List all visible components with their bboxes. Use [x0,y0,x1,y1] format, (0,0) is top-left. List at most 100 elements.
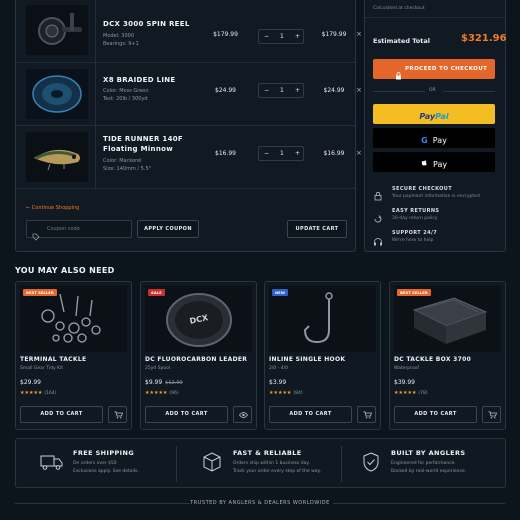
plus-button[interactable]: + [295,33,300,40]
quantity-stepper: − 1 + [258,29,304,44]
minus-button[interactable]: − [264,33,269,40]
feature-line2: Track your order every step of the way. [233,469,321,474]
product-name[interactable]: INLINE SINGLE HOOK [269,356,345,363]
product-name[interactable]: TIDE RUNNER 140F [103,134,183,144]
add-to-cart-button[interactable]: ADD TO CART [145,406,228,423]
coupon-placeholder: Coupon code [47,226,80,232]
badge: BEST SELLER [23,289,57,296]
support-title: SUPPORT 24/7 [392,230,438,236]
google-g-icon: G [421,136,428,145]
terminal-tackle-image[interactable]: BEST SELLER [20,286,127,352]
product-name[interactable]: DC FLUOROCARBON LEADER [145,356,247,363]
coupon-input[interactable]: Coupon code [26,220,132,241]
apply-coupon-button[interactable]: APPLY COUPON [137,220,199,238]
quantity-stepper: − 1 + [258,146,304,161]
review-count: (96) [169,391,179,396]
price-value: $9.99 [145,379,163,386]
checkout-label: PROCEED TO CHECKOUT [405,66,488,72]
or-label: OR [429,88,436,93]
estimated-total-label: Estimated Total [373,37,430,45]
paypal-logo-pal: Pal [435,112,449,121]
line-total: $179.99 [321,31,347,38]
minus-button[interactable]: − [264,87,269,94]
cart-icon-button[interactable] [357,406,376,423]
google-pay-button[interactable]: G Pay [373,128,495,148]
coupon-tag-icon [32,226,40,245]
braided-line-image[interactable] [26,69,88,119]
product-card: BEST SELLER DC TACKLE BOX 3700 Waterproo… [389,281,506,430]
reel-image[interactable] [26,5,88,55]
minus-button[interactable]: − [264,150,269,157]
line-total: $24.99 [323,87,345,94]
product-subtitle: Waterproof [394,366,420,371]
product-subtitle: 25yd Spool [145,366,171,371]
fluorocarbon-leader-image[interactable]: DCX SALE [145,286,252,352]
plus-button[interactable]: + [295,150,300,157]
proceed-to-checkout-button[interactable]: PROCEED TO CHECKOUT [373,59,495,80]
product-name[interactable]: DCX 3000 SPIN REEL [103,19,190,29]
product-price: $3.99 [269,379,286,386]
plus-button[interactable]: + [295,87,300,94]
easy-returns-title: EASY RETURNS [392,208,440,214]
product-card: NEW INLINE SINGLE HOOK 2/0 - 4/0 $3.99 ★… [264,281,381,430]
thumb-cell [16,126,96,188]
unit-price: $24.99 [215,87,236,94]
quantity-value[interactable]: 1 [280,87,284,94]
cart-row: X8 BRAIDED LINE Color: Moss Green Test: … [16,63,362,126]
cart-icon-button[interactable] [108,406,127,423]
product-price: $39.99 [394,379,415,386]
product-name[interactable]: X8 BRAIDED LINE [103,75,176,85]
star-rating: ★★★★★ (84) [269,390,303,396]
remove-icon[interactable]: × [356,86,362,94]
paypal-logo-pay: Pay [419,112,436,121]
or-divider: OR [373,88,495,93]
thumb-cell [16,0,96,62]
feature-line2: Exclusions apply. See details. [73,469,139,474]
star-rating: ★★★★★ (96) [145,390,179,396]
minnow-lure-image[interactable] [26,132,88,182]
add-to-cart-button[interactable]: ADD TO CART [269,406,352,423]
stars: ★★★★★ [269,390,292,396]
price-value: $3.99 [269,379,287,386]
returns-icon [373,209,383,228]
product-name[interactable]: DC TACKLE BOX 3700 [394,356,471,363]
quantity-value[interactable]: 1 [280,33,284,40]
review-count: (78) [418,391,428,396]
feature-line2: Backed by real-world experience. [391,469,467,474]
remove-icon[interactable]: × [356,149,362,157]
product-card: BEST SELLER TERMINAL TACKLE Small Gear T… [15,281,132,430]
apple-pay-button[interactable]: Pay [373,152,495,172]
badge: BEST SELLER [397,289,431,296]
unit-price: $179.99 [213,31,238,38]
quantity-stepper: − 1 + [258,83,304,98]
continue-shopping-link[interactable]: ← Continue Shopping [26,205,79,211]
add-to-cart-button[interactable]: ADD TO CART [394,406,477,423]
remove-icon[interactable]: × [356,30,362,38]
paypal-button[interactable]: PayPal [373,104,495,124]
original-price: $12.99 [165,380,183,386]
update-cart-button[interactable]: UPDATE CART [287,220,347,238]
quick-view-button[interactable] [233,406,252,423]
feature-title: FAST & RELIABLE [233,449,302,457]
unit-price: $16.99 [215,150,236,157]
cart-row: TIDE RUNNER 140F Floating Minnow Color: … [16,126,362,189]
inline-hook-image[interactable]: NEW [269,286,376,352]
product-subtitle: Small Gear Tidy Kit [20,366,63,371]
feature-title: FREE SHIPPING [73,449,135,457]
product-size: Size: 140mm / 5.5" [103,166,151,172]
add-to-cart-button[interactable]: ADD TO CART [20,406,103,423]
cart-row: DCX 3000 SPIN REEL Model: 3000 Bearings:… [16,0,362,63]
line-total: $16.99 [323,150,345,157]
tackle-box-image[interactable]: BEST SELLER [394,286,501,352]
product-name[interactable]: TERMINAL TACKLE [20,356,86,363]
product-model: Model: 3000 [103,33,135,39]
cart-panel: DCX 3000 SPIN REEL Model: 3000 Bearings:… [15,0,362,252]
product-name-line2[interactable]: Floating Minnow [103,144,173,154]
google-pay-label: Pay [432,136,447,145]
secure-checkout-icon [373,186,383,205]
review-count: (84) [293,391,303,396]
cart-icon-button[interactable] [482,406,501,423]
features-bar: FREE SHIPPING On orders over $50 Exclusi… [15,438,506,488]
shipping-calculated-note: Calculated at checkout [373,6,425,11]
quantity-value[interactable]: 1 [280,150,284,157]
